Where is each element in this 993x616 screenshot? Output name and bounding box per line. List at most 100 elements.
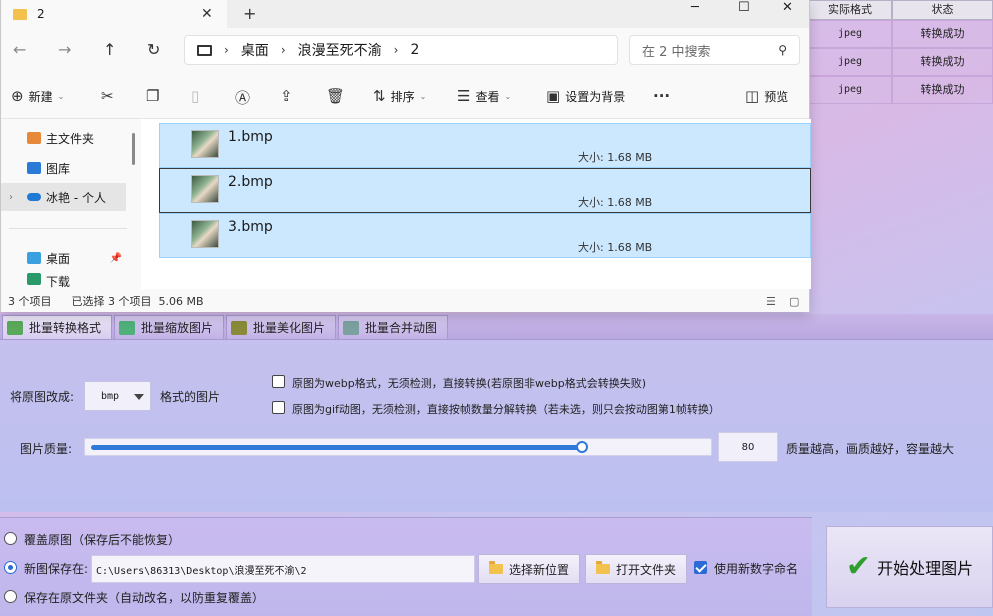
- overwrite-radio[interactable]: [4, 532, 17, 545]
- close-tab-icon[interactable]: ✕: [201, 6, 213, 22]
- quality-hint: 质量越高，画质越好，容量越大: [786, 442, 955, 456]
- open-folder-button[interactable]: 打开文件夹: [585, 554, 687, 584]
- chevron-right-icon: ›: [393, 43, 399, 57]
- details-view-icon[interactable]: ☰: [766, 295, 776, 308]
- explorer-tab[interactable]: 2 ✕: [1, 0, 227, 28]
- result-table: 实际格式 状态 jpeg 转换成功 jpeg 转换成功 jpeg 转换成功: [808, 0, 993, 104]
- file-item[interactable]: 3.bmp 大小: 1.68 MB: [159, 213, 811, 258]
- quality-slider[interactable]: [84, 438, 712, 456]
- sidebar-item-gallery[interactable]: 图库: [1, 154, 126, 182]
- wallpaper-icon: ▣: [546, 87, 561, 105]
- sidebar-item-home[interactable]: 主文件夹: [1, 124, 126, 152]
- set-background-button[interactable]: ▣ 设置为背景: [546, 87, 625, 105]
- file-item[interactable]: 1.bmp 大小: 1.68 MB: [159, 123, 811, 168]
- function-tabs: 批量转换格式 批量缩放图片 批量美化图片 批量合并动图: [0, 314, 993, 340]
- back-icon[interactable]: ←: [13, 40, 26, 59]
- share-icon: ⇪: [280, 87, 293, 105]
- rename-button[interactable]: Ⓐ: [235, 87, 250, 108]
- tab-batch-merge-gif[interactable]: 批量合并动图: [338, 315, 449, 339]
- gif-option-label: 原图为gif动图，无须检测，直接按帧数量分解转换（若未选，则只会按动图第1帧转换…: [292, 403, 720, 416]
- save-new-radio[interactable]: [4, 561, 17, 574]
- cell-status: 转换成功: [892, 48, 993, 76]
- breadcrumb-desktop[interactable]: 桌面: [241, 40, 269, 60]
- overwrite-label: 覆盖原图（保存后不能恢复）: [24, 533, 181, 547]
- copy-button[interactable]: ❐: [146, 87, 159, 105]
- numeric-name-checkbox[interactable]: [694, 561, 707, 574]
- plus-circle-icon: ⊕: [11, 87, 24, 105]
- file-explorer-window: 2 ✕ + ─ ☐ ✕ ← → ↑ ↻ › 桌面 › 浪漫至死不渝 › 2 在 …: [0, 0, 811, 312]
- convert-icon: [7, 320, 23, 335]
- pin-icon: 📌: [109, 252, 122, 264]
- folder-icon: [595, 561, 610, 574]
- computer-icon: [197, 44, 212, 56]
- chevron-right-icon: ›: [224, 43, 229, 57]
- title-bar: 2 ✕ + ─ ☐ ✕: [1, 0, 809, 28]
- sort-button[interactable]: ⇅ 排序 ⌄: [373, 87, 426, 105]
- start-processing-button[interactable]: ✔ 开始处理图片: [826, 526, 993, 608]
- delete-button[interactable]: 🗑: [326, 87, 345, 105]
- file-list: 1.bmp 大小: 1.68 MB 2.bmp 大小: 1.68 MB 3.bm…: [141, 119, 811, 289]
- same-folder-radio[interactable]: [4, 590, 17, 603]
- tab-batch-beautify[interactable]: 批量美化图片: [226, 315, 337, 339]
- quality-value-input[interactable]: 80: [718, 432, 778, 462]
- close-window-icon[interactable]: ✕: [782, 0, 793, 15]
- chevron-down-icon: ⌄: [57, 91, 65, 101]
- webp-option-checkbox[interactable]: [272, 375, 285, 388]
- tab-batch-convert[interactable]: 批量转换格式: [2, 315, 113, 339]
- column-header-format[interactable]: 实际格式: [808, 0, 892, 20]
- file-item[interactable]: 2.bmp 大小: 1.68 MB: [159, 168, 811, 213]
- column-header-status[interactable]: 状态: [892, 0, 993, 20]
- view-button[interactable]: ☰ 查看 ⌄: [457, 87, 511, 105]
- download-icon: [27, 273, 41, 285]
- image-thumbnail: [191, 130, 219, 158]
- save-new-label: 新图保存在:: [24, 562, 89, 576]
- maximize-icon[interactable]: ☐: [738, 0, 750, 15]
- breadcrumb-current[interactable]: 2: [410, 42, 419, 58]
- format-select[interactable]: bmp: [84, 381, 151, 411]
- minimize-icon[interactable]: ─: [691, 0, 699, 15]
- refresh-icon[interactable]: ↻: [147, 40, 160, 59]
- webp-option-label: 原图为webp格式，无须检测，直接转换(若原图非webp格式会转换失败): [292, 377, 647, 390]
- gif-option-checkbox[interactable]: [272, 401, 285, 414]
- search-input[interactable]: 在 2 中搜索 ⚲: [629, 35, 800, 65]
- cut-button[interactable]: ✂: [101, 87, 114, 105]
- navigation-pane: 主文件夹 图库 › 冰艳 - 个人 桌面 📌 下载: [1, 119, 141, 289]
- desktop-icon: [27, 252, 41, 264]
- new-tab-icon[interactable]: +: [243, 4, 256, 23]
- up-icon[interactable]: ↑: [103, 40, 116, 59]
- chevron-right-icon: ›: [280, 43, 286, 57]
- sidebar-item-downloads[interactable]: 下载: [1, 273, 126, 289]
- paste-button[interactable]: ▯: [191, 87, 199, 105]
- quality-slider-thumb[interactable]: [576, 441, 589, 453]
- choose-location-button[interactable]: 选择新位置: [478, 554, 580, 584]
- home-icon: [27, 132, 41, 144]
- sidebar-item-desktop[interactable]: 桌面 📌: [1, 244, 126, 272]
- sidebar-scrollbar[interactable]: [132, 133, 135, 165]
- result-table-header: 实际格式 状态: [808, 0, 993, 20]
- merge-icon: [343, 320, 360, 335]
- cell-status: 转换成功: [892, 20, 993, 48]
- breadcrumb-folder[interactable]: 浪漫至死不渝: [298, 40, 382, 60]
- beautify-icon: [231, 320, 248, 335]
- tiles-view-icon[interactable]: ▢: [789, 295, 799, 308]
- save-path-input[interactable]: C:\Users\86313\Desktop\浪漫至死不渝\2: [91, 555, 475, 583]
- numeric-name-label: 使用新数字命名: [714, 562, 799, 576]
- tab-batch-resize[interactable]: 批量缩放图片: [114, 315, 225, 339]
- more-button[interactable]: ···: [653, 87, 670, 105]
- cell-format: jpeg: [808, 48, 892, 76]
- table-row[interactable]: jpeg 转换成功: [808, 48, 993, 76]
- save-options-panel: 覆盖原图（保存后不能恢复） 新图保存在: C:\Users\86313\Desk…: [0, 517, 812, 616]
- forward-icon[interactable]: →: [58, 40, 71, 59]
- format-suffix: 格式的图片: [160, 390, 221, 404]
- quality-slider-fill: [91, 445, 583, 450]
- paste-icon: ▯: [191, 87, 200, 105]
- checkmark-icon: ✔: [845, 549, 872, 584]
- table-row[interactable]: jpeg 转换成功: [808, 76, 993, 104]
- preview-button[interactable]: ◫ 预览: [745, 87, 788, 105]
- address-bar[interactable]: › 桌面 › 浪漫至死不渝 › 2: [184, 35, 618, 65]
- cell-format: jpeg: [808, 76, 892, 104]
- share-button[interactable]: ⇪: [280, 87, 293, 105]
- table-row[interactable]: jpeg 转换成功: [808, 20, 993, 48]
- sidebar-item-onedrive[interactable]: › 冰艳 - 个人: [1, 183, 126, 211]
- new-button[interactable]: ⊕ 新建 ⌄: [11, 87, 64, 105]
